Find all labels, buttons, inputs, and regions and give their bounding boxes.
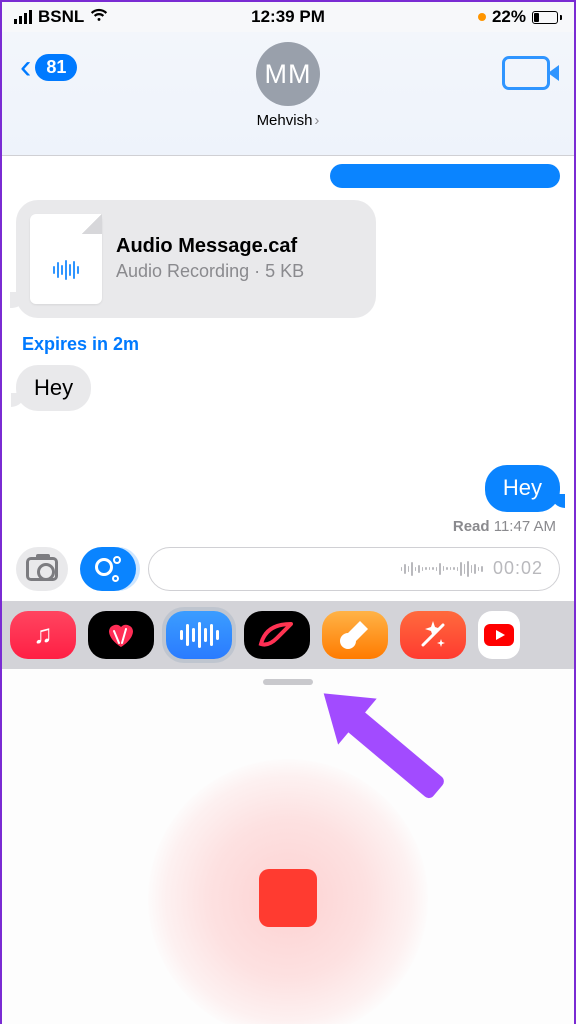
outgoing-message[interactable]: Hey <box>485 465 560 511</box>
incoming-message[interactable]: Hey <box>16 365 91 411</box>
audio-recording-panel <box>2 669 574 1024</box>
carrier-label: BSNL <box>38 7 84 27</box>
imessage-apps-strip[interactable]: ♫ <box>2 601 574 669</box>
stop-recording-button[interactable] <box>259 869 317 927</box>
video-icon <box>502 56 550 90</box>
appstore-icon <box>95 556 121 582</box>
read-label: Read <box>453 518 490 535</box>
facetime-button[interactable] <box>502 48 550 90</box>
waveform-app-icon <box>180 622 219 648</box>
wifi-icon <box>90 7 108 27</box>
digital-touch-button[interactable] <box>88 611 154 659</box>
music-note-icon: ♫ <box>33 619 53 650</box>
audio-file-name: Audio Message.caf <box>116 235 304 258</box>
audio-file-icon <box>30 214 102 304</box>
grab-handle[interactable] <box>263 679 313 685</box>
read-receipt: Read 11:47 AM <box>16 518 556 535</box>
contact-info[interactable]: MM Mehvish › <box>256 42 320 129</box>
draw-app-button[interactable] <box>244 611 310 659</box>
heart-icon <box>104 621 138 649</box>
music-app-button[interactable]: ♫ <box>10 611 76 659</box>
back-button[interactable]: ‹ 81 <box>20 50 77 84</box>
unread-badge: 81 <box>35 54 77 81</box>
expires-label: Expires in 2m <box>22 334 560 355</box>
app-drawer-button[interactable] <box>80 547 136 591</box>
youtube-app-button[interactable] <box>478 611 520 659</box>
garageband-app-button[interactable] <box>322 611 388 659</box>
contact-name-label: Mehvish <box>257 112 313 129</box>
sent-message-partial[interactable] <box>330 164 560 188</box>
chevron-left-icon: ‹ <box>20 50 31 84</box>
camera-icon <box>26 557 58 581</box>
message-input-row: document.write(Array.from({length:24},(_… <box>2 535 574 601</box>
magic-wand-icon <box>417 619 449 651</box>
clock: 12:39 PM <box>251 7 325 27</box>
recording-timer: 00:02 <box>493 558 543 579</box>
guitar-icon <box>338 619 372 651</box>
conversation-area[interactable]: Audio Message.caf Audio Recording · 5 KB… <box>2 156 574 535</box>
cell-signal-icon <box>14 10 32 24</box>
audio-file-desc: Audio Recording · 5 KB <box>116 260 304 283</box>
waveform-icon: document.write(Array.from({length:24},(_… <box>401 561 483 577</box>
conversation-header: ‹ 81 MM Mehvish › <box>2 32 574 156</box>
audio-message-app-button[interactable] <box>166 611 232 659</box>
read-time: 11:47 AM <box>494 518 556 535</box>
brush-icon <box>257 620 297 650</box>
avatar: MM <box>256 42 320 106</box>
chevron-right-icon: › <box>314 112 319 129</box>
mic-indicator-icon <box>478 13 486 21</box>
audio-attachment-bubble[interactable]: Audio Message.caf Audio Recording · 5 KB <box>16 200 376 318</box>
effects-app-button[interactable] <box>400 611 466 659</box>
battery-icon <box>532 11 562 24</box>
battery-percent: 22% <box>492 7 526 27</box>
youtube-icon <box>484 624 514 646</box>
status-bar: BSNL 12:39 PM 22% <box>2 2 574 32</box>
camera-button[interactable] <box>16 547 68 591</box>
message-field-recording[interactable]: document.write(Array.from({length:24},(_… <box>148 547 560 591</box>
